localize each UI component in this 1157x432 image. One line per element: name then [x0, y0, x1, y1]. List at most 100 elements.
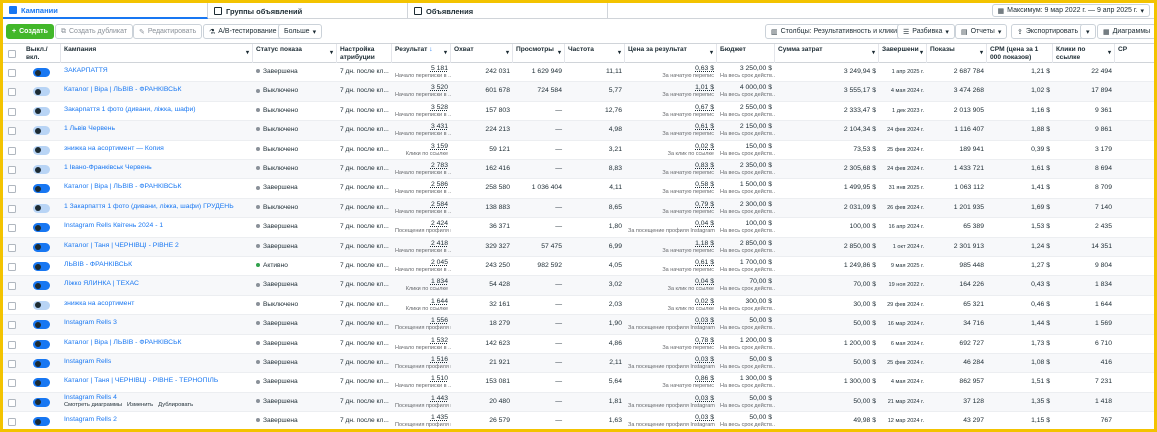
campaign-toggle[interactable]	[33, 378, 50, 388]
row-checkbox[interactable]	[8, 88, 16, 97]
campaign-toggle[interactable]	[33, 68, 50, 77]
campaign-toggle[interactable]	[33, 87, 50, 97]
campaign-toggle[interactable]	[33, 184, 50, 194]
table-row[interactable]: Instagram Rells 4 Смотреть диаграммы Изм…	[3, 392, 1154, 413]
col-campaign[interactable]: Кампания ▾	[61, 44, 253, 63]
campaign-name-link[interactable]: 1 Івано-Франківськ Червень	[64, 164, 152, 171]
row-checkbox[interactable]	[8, 321, 16, 330]
table-row[interactable]: Instagram Rells Завершена 7 дн. после кл…	[3, 354, 1154, 374]
campaign-name-link[interactable]: знижка на асортимент	[64, 300, 134, 307]
table-row[interactable]: Закарпаття 1 фото (дивани, ліжка, шафи) …	[3, 102, 1154, 122]
campaign-name-link[interactable]: Instagram Rells 4	[64, 394, 117, 401]
view-charts-link[interactable]: Смотреть диаграммы	[64, 402, 122, 408]
campaign-toggle[interactable]	[33, 242, 50, 252]
campaign-name-link[interactable]: Каталог | Віра | ЛЬВІВ - ФРАНКІВСЬК	[64, 183, 182, 190]
row-checkbox[interactable]	[8, 243, 16, 252]
campaign-name-link[interactable]: ЛЬВІВ - ФРАНКІВСЬК	[64, 261, 132, 268]
campaign-toggle[interactable]	[33, 203, 50, 213]
campaign-name-link[interactable]: Каталог | Таня | ЧЕРНІВЦІ - РІВНЕ 2	[64, 242, 179, 249]
ab-test-button[interactable]: ⚗ A/B-тестирование	[203, 24, 283, 39]
duplicate-link[interactable]: Дублировать	[158, 402, 193, 408]
table-row[interactable]: Ліжко ЯЛИНКА | ТЕХАС Завершена 7 дн. пос…	[3, 276, 1154, 296]
table-row[interactable]: знижка на асортимент — Копия Выключено 7…	[3, 141, 1154, 160]
row-checkbox[interactable]	[8, 340, 16, 349]
col-cost-per-result[interactable]: Цена за результат ▾	[625, 44, 717, 63]
row-checkbox[interactable]	[8, 204, 16, 213]
export-button[interactable]: ⇪ Экспортировать	[1011, 24, 1085, 39]
campaign-name-link[interactable]: Instagram Rells Квітень 2024 - 1	[64, 222, 163, 229]
row-checkbox[interactable]	[8, 263, 16, 271]
table-row[interactable]: ЛЬВІВ - ФРАНКІВСЬК Активно 7 дн. после к…	[3, 257, 1154, 277]
col-spent[interactable]: Сумма затрат ▾	[775, 44, 879, 63]
col-attribution[interactable]: Настройка атрибуции	[337, 44, 392, 63]
campaign-toggle[interactable]	[33, 397, 50, 407]
col-reach[interactable]: Охват ▾	[451, 44, 513, 63]
row-checkbox[interactable]	[8, 69, 16, 77]
reports-button[interactable]: ▤ Отчеты ▾	[955, 24, 1008, 39]
charts-button[interactable]: ▦ Диаграммы	[1097, 24, 1154, 39]
table-row[interactable]: Каталог | Віра | ЛЬВІВ - ФРАНКІВСЬК Заве…	[3, 179, 1154, 199]
campaign-toggle[interactable]	[33, 359, 50, 368]
table-row[interactable]: 1 Івано-Франківськ Червень Выключено 7 д…	[3, 160, 1154, 180]
table-row[interactable]: 1 Закарпаття 1 фото (дивани, ліжка, шафи…	[3, 198, 1154, 219]
campaign-name-link[interactable]: Ліжко ЯЛИНКА | ТЕХАС	[64, 280, 139, 287]
campaign-toggle[interactable]	[33, 320, 50, 330]
table-row[interactable]: ЗАКАРПАТТЯ Завершена 7 дн. после кл... 5…	[3, 63, 1154, 83]
campaign-toggle[interactable]	[33, 300, 50, 310]
col-ends[interactable]: Завершени ▾	[879, 44, 927, 63]
table-row[interactable]: 1 Львів Червень Выключено 7 дн. после кл…	[3, 121, 1154, 141]
row-checkbox[interactable]	[8, 185, 16, 194]
col-onoff[interactable]: Выкл./вкл.	[23, 44, 61, 63]
campaign-toggle[interactable]	[33, 223, 50, 233]
campaign-name-link[interactable]: Instagram Rells 2	[64, 416, 117, 423]
table-row[interactable]: Каталог | Віра | ЛЬВІВ - ФРАНКІВСЬК Выкл…	[3, 82, 1154, 102]
campaign-toggle[interactable]	[33, 126, 50, 136]
tab-ads[interactable]: Объявления	[408, 3, 608, 19]
row-checkbox[interactable]	[8, 301, 16, 310]
col-impressions[interactable]: Показы ▾	[927, 44, 987, 63]
col-cp[interactable]: CP	[1115, 44, 1154, 63]
row-checkbox[interactable]	[8, 398, 16, 407]
table-row[interactable]: знижка на асортимент Выключено 7 дн. пос…	[3, 296, 1154, 316]
table-row[interactable]: Каталог | Таня | ЧЕРНІВЦІ - РІВНЕ 2 Заве…	[3, 237, 1154, 257]
campaign-name-link[interactable]: Каталог | Віра | ЛЬВІВ - ФРАНКІВСЬК	[64, 86, 182, 93]
campaign-toggle[interactable]	[33, 281, 50, 291]
table-row[interactable]: Каталог | Віра | ЛЬВІВ - ФРАНКІВСЬК Заве…	[3, 335, 1154, 354]
more-button[interactable]: Больше ▾	[278, 24, 323, 39]
campaign-name-link[interactable]: Закарпаття 1 фото (дивани, ліжка, шафи)	[64, 106, 196, 113]
select-all-checkbox[interactable]	[8, 50, 16, 58]
row-checkbox[interactable]	[8, 107, 16, 116]
row-checkbox[interactable]	[8, 127, 16, 136]
campaign-name-link[interactable]: Каталог | Віра | ЛЬВІВ - ФРАНКІВСЬК	[64, 339, 182, 346]
table-row[interactable]: Instagram Rells 3 Завершена 7 дн. после …	[3, 315, 1154, 335]
campaign-name-link[interactable]: 1 Закарпаття 1 фото (дивани, ліжка, шафи…	[64, 203, 234, 210]
row-checkbox[interactable]	[8, 224, 16, 233]
table-row[interactable]: Instagram Rells 2 Завершена 7 дн. после …	[3, 412, 1154, 429]
row-checkbox[interactable]	[8, 418, 16, 427]
campaign-toggle[interactable]	[33, 262, 50, 271]
campaign-toggle[interactable]	[33, 145, 50, 155]
col-budget[interactable]: Бюджет	[717, 44, 775, 63]
edit-button[interactable]: ✎ Редактировать	[133, 24, 203, 39]
tab-campaigns[interactable]: Кампании	[3, 3, 208, 19]
row-checkbox[interactable]	[8, 166, 16, 174]
row-checkbox[interactable]	[8, 282, 16, 291]
row-checkbox[interactable]	[8, 360, 16, 368]
col-views[interactable]: Просмотры ▾	[513, 44, 565, 63]
date-range-picker[interactable]: ▦ Максимум: 9 мар 2022 г. — 9 апр 2025 г…	[991, 4, 1150, 17]
col-status[interactable]: Статус показа ▾	[253, 44, 337, 63]
row-checkbox[interactable]	[8, 146, 16, 155]
breakdown-button[interactable]: ☰ Разбивка ▾	[897, 24, 955, 39]
columns-button[interactable]: ▥ Столбцы: Результативность и клики ▾	[765, 24, 910, 39]
row-checkbox[interactable]	[8, 379, 16, 388]
campaign-name-link[interactable]: Instagram Rells	[64, 358, 111, 365]
table-row[interactable]: Instagram Rells Квітень 2024 - 1 Заверше…	[3, 218, 1154, 238]
table-row[interactable]: Каталог | Таня | ЧЕРНІВЦІ - РІВНЕ - ТЕРН…	[3, 373, 1154, 393]
campaign-toggle[interactable]	[33, 165, 50, 174]
campaign-name-link[interactable]: Каталог | Таня | ЧЕРНІВЦІ - РІВНЕ - ТЕРН…	[64, 377, 218, 384]
campaign-name-link[interactable]: 1 Львів Червень	[64, 125, 115, 132]
export-dropdown-button[interactable]: ▾	[1080, 24, 1096, 39]
campaign-toggle[interactable]	[33, 339, 50, 349]
create-button[interactable]: + Создать	[6, 24, 54, 39]
duplicate-button[interactable]: ⧉ Создать дубликат	[55, 24, 134, 39]
